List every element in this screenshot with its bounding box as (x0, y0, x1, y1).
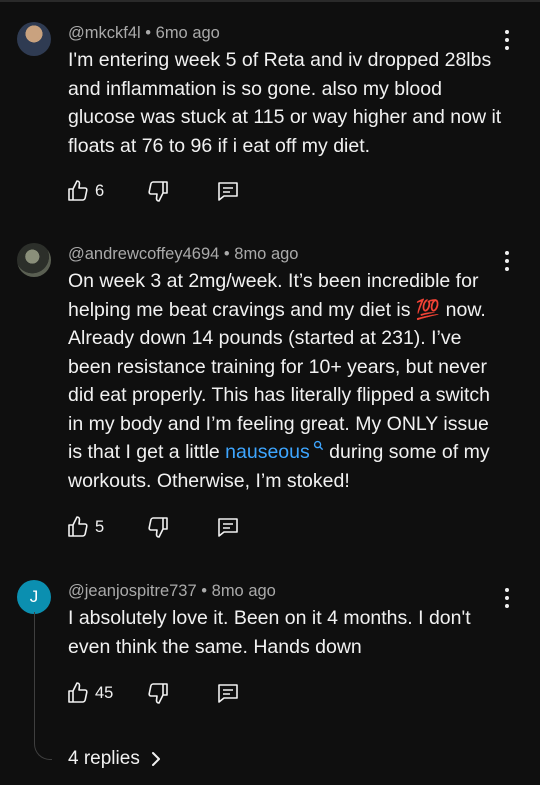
search-link[interactable]: nauseous (225, 441, 310, 463)
dislike-button[interactable] (146, 679, 170, 707)
like-button[interactable]: 6 (66, 177, 104, 205)
view-replies-button[interactable]: 4 replies (68, 748, 164, 770)
reply-button[interactable] (216, 513, 240, 541)
reply-button[interactable] (216, 177, 240, 205)
search-icon[interactable] (313, 440, 324, 451)
like-button[interactable]: 5 (66, 513, 104, 541)
avatar[interactable] (17, 243, 51, 277)
like-count: 5 (95, 517, 105, 536)
comment-age: 8mo ago (211, 582, 276, 600)
comment-age: 8mo ago (234, 245, 299, 263)
author-handle[interactable]: @andrewcoffey4694 (68, 245, 219, 263)
meta-separator: • (223, 245, 230, 263)
dislike-button[interactable] (146, 177, 170, 205)
chevron-right-icon (151, 752, 160, 766)
thumbs-up-icon (68, 516, 88, 537)
comment-text: I'm entering week 5 of Reta and iv dropp… (68, 49, 502, 157)
comment-text-part: On week 3 at 2mg/week. It’s been incredi… (68, 270, 490, 463)
thumbs-up-icon (68, 180, 88, 201)
thumbs-down-icon (148, 683, 168, 704)
comment-meta: @mkckf4l • 6mo ago (68, 24, 220, 43)
like-count: 45 (95, 683, 114, 702)
comment-age: 6mo ago (155, 24, 220, 42)
comment-icon (218, 518, 238, 537)
like-button[interactable]: 45 (66, 679, 113, 707)
comment-text: I absolutely love it. Been on it 4 month… (68, 607, 471, 658)
meta-separator: • (145, 24, 152, 42)
thumbs-down-icon (148, 181, 168, 202)
comment-meta: @jeanjospitre737 • 8mo ago (68, 582, 276, 601)
like-count: 6 (95, 181, 105, 200)
comment-text: On week 3 at 2mg/week. It’s been incredi… (68, 267, 508, 495)
replies-label: 4 replies (68, 748, 140, 769)
comment-icon (218, 684, 238, 703)
reply-button[interactable] (216, 679, 240, 707)
meta-separator: • (201, 582, 208, 600)
comment-icon (218, 182, 238, 201)
thread-connector (34, 612, 52, 760)
thumbs-up-icon (68, 682, 88, 703)
avatar[interactable] (17, 22, 51, 56)
author-handle[interactable]: @jeanjospitre737 (68, 582, 197, 600)
avatar[interactable]: J (17, 580, 51, 614)
top-divider (0, 0, 540, 2)
dislike-button[interactable] (146, 513, 170, 541)
comment-meta: @andrewcoffey4694 • 8mo ago (68, 245, 298, 264)
author-handle[interactable]: @mkckf4l (68, 24, 141, 42)
thumbs-down-icon (148, 517, 168, 538)
